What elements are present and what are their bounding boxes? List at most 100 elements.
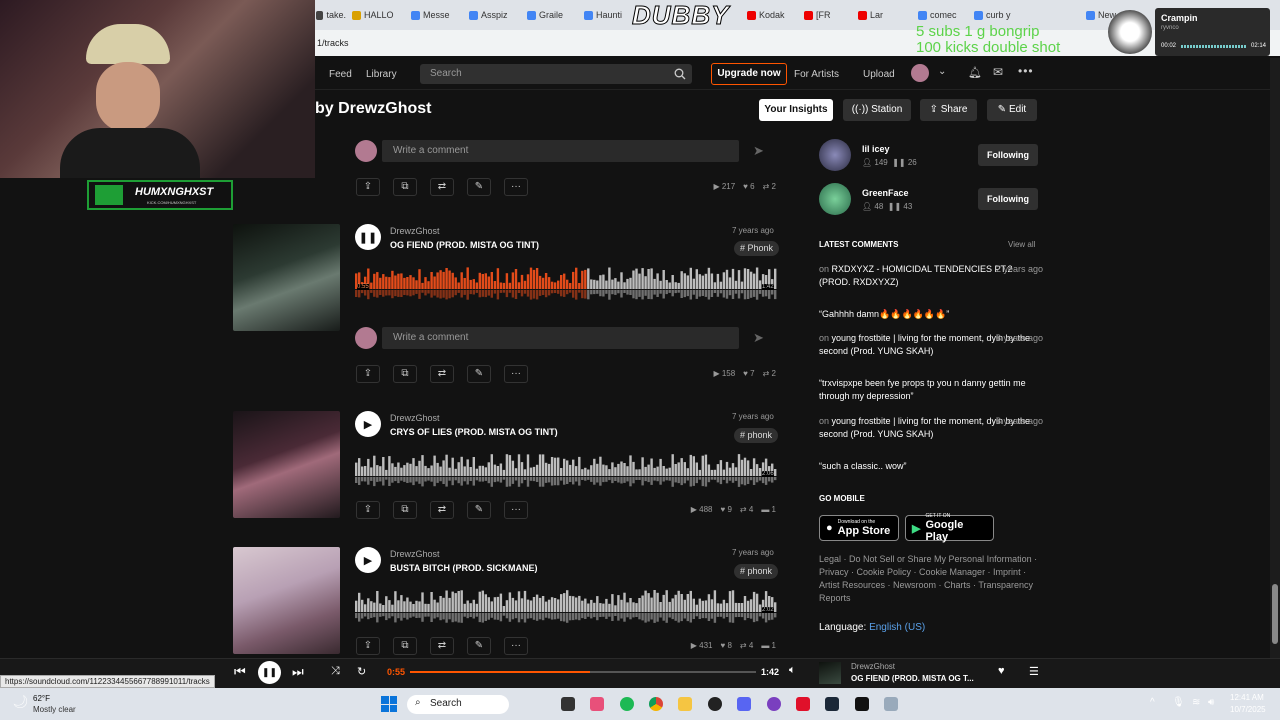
- browser-tab[interactable]: curb y: [974, 6, 1080, 24]
- nav-upload[interactable]: Upload: [863, 69, 895, 80]
- wifi-icon[interactable]: ≋: [1192, 697, 1200, 708]
- share-button[interactable]: ⇪ Share: [920, 99, 977, 121]
- like-icon[interactable]: ♥: [998, 665, 1005, 677]
- track-title[interactable]: BUSTA BITCH (PROD. SICKMANE): [390, 563, 538, 573]
- browser-tab[interactable]: Asspiz: [469, 6, 521, 24]
- google-play-button[interactable]: ▶ GET IT ON Google Play: [905, 513, 994, 543]
- send-icon[interactable]: ➤: [753, 330, 764, 346]
- track-title[interactable]: CRYS OF LIES (PROD. MISTA OG TINT): [390, 427, 558, 437]
- edit-button[interactable]: ✎ Edit: [987, 99, 1037, 121]
- share-icon[interactable]: ⇪: [356, 637, 380, 655]
- track-tag[interactable]: # phonk: [734, 564, 779, 579]
- player-artist[interactable]: DrewzGhost: [851, 662, 895, 671]
- app-icon-gray[interactable]: [884, 697, 898, 711]
- file-explorer-icon[interactable]: [678, 697, 692, 711]
- legal-links[interactable]: Legal · Do Not Sell or Share My Personal…: [819, 553, 1041, 605]
- speaker-icon[interactable]: 🔊︎: [1208, 697, 1214, 708]
- more-icon[interactable]: ···: [504, 501, 528, 519]
- chevron-up-icon[interactable]: ^: [1150, 697, 1155, 708]
- comment-input[interactable]: Write a comment: [382, 140, 739, 162]
- waveform[interactable]: [355, 449, 777, 491]
- search-input[interactable]: Search: [420, 64, 692, 84]
- avatar[interactable]: [911, 64, 929, 82]
- user-avatar[interactable]: [819, 183, 851, 215]
- next-icon[interactable]: ⏭: [292, 664, 304, 680]
- clock-date[interactable]: 10/7/2025: [1230, 705, 1266, 714]
- clock-time[interactable]: 12:41 AM: [1230, 693, 1264, 702]
- browser-tab[interactable]: Graile: [527, 6, 578, 24]
- app-icon[interactable]: [767, 697, 781, 711]
- track-artwork[interactable]: [233, 411, 340, 518]
- following-button[interactable]: Following: [978, 144, 1038, 166]
- terminal-icon[interactable]: [855, 697, 869, 711]
- pencil-icon[interactable]: ✎: [467, 501, 491, 519]
- comment-track-link[interactable]: RXDXYXZ - HOMICIDAL TENDENCIES PT.2 (PRO…: [819, 264, 1013, 287]
- repost-icon[interactable]: ⇄: [430, 365, 454, 383]
- steam-icon[interactable]: [825, 697, 839, 711]
- share-icon[interactable]: ⇪: [356, 178, 380, 196]
- previous-icon[interactable]: ⏮: [234, 664, 246, 680]
- share-icon[interactable]: ⇪: [356, 365, 380, 383]
- browser-tab[interactable]: [FR: [804, 6, 852, 24]
- browser-tab[interactable]: comec: [918, 6, 968, 24]
- track-artwork[interactable]: [233, 547, 340, 654]
- volume-icon[interactable]: 🔈︎: [789, 664, 796, 677]
- player-progress-track[interactable]: [410, 671, 756, 673]
- track-tag[interactable]: # phonk: [734, 428, 779, 443]
- scrollbar-track[interactable]: [1270, 58, 1280, 688]
- repost-icon[interactable]: ⇄: [430, 637, 454, 655]
- repost-icon[interactable]: ⇄: [430, 501, 454, 519]
- itunes-icon[interactable]: [590, 697, 604, 711]
- browser-tab[interactable]: HALLO: [352, 6, 405, 24]
- pencil-icon[interactable]: ✎: [467, 178, 491, 196]
- pause-button[interactable]: ❚❚: [355, 224, 381, 250]
- copy-link-icon[interactable]: ⧉: [393, 365, 417, 383]
- scrollbar-thumb[interactable]: [1272, 584, 1278, 644]
- more-icon[interactable]: ···: [504, 637, 528, 655]
- microphone-icon[interactable]: 🎙︎: [1172, 697, 1185, 708]
- copy-link-icon[interactable]: ⧉: [393, 178, 417, 196]
- user-avatar[interactable]: [819, 139, 851, 171]
- user-name[interactable]: GreenFace: [862, 188, 909, 198]
- share-icon[interactable]: ⇪: [356, 501, 380, 519]
- nav-feed[interactable]: Feed: [329, 69, 352, 80]
- spotify-icon[interactable]: [620, 697, 634, 711]
- more-icon[interactable]: ···: [504, 365, 528, 383]
- player-artwork[interactable]: [819, 662, 841, 684]
- upgrade-button[interactable]: Upgrade now: [711, 63, 787, 85]
- browser-tab[interactable]: Messe: [411, 6, 463, 24]
- mail-icon[interactable]: ✉: [993, 65, 1003, 79]
- windows-start-icon[interactable]: [381, 696, 397, 712]
- nav-library[interactable]: Library: [366, 69, 397, 80]
- user-name[interactable]: lil icey: [862, 144, 890, 154]
- send-icon[interactable]: ➤: [753, 143, 764, 159]
- obs-icon[interactable]: [708, 697, 722, 711]
- track-artwork[interactable]: [233, 224, 340, 331]
- chevron-down-icon[interactable]: ⌄: [938, 66, 946, 77]
- repost-icon[interactable]: ⇄: [430, 178, 454, 196]
- your-insights-button[interactable]: Your Insights: [759, 99, 833, 121]
- waveform[interactable]: [355, 262, 777, 304]
- weather-desc[interactable]: Mostly clear: [33, 705, 76, 714]
- pencil-icon[interactable]: ✎: [467, 637, 491, 655]
- bell-icon[interactable]: 🔔︎: [968, 66, 982, 79]
- waveform[interactable]: [355, 585, 777, 627]
- nav-for-artists[interactable]: For Artists: [794, 69, 839, 80]
- copy-link-icon[interactable]: ⧉: [393, 501, 417, 519]
- language-link[interactable]: English (US): [869, 622, 925, 633]
- repeat-icon[interactable]: ↻: [357, 665, 366, 678]
- browser-tab[interactable]: take.: [316, 6, 346, 24]
- shuffle-icon[interactable]: ⤨: [331, 665, 340, 678]
- track-title[interactable]: OG FIEND (PROD. MISTA OG TINT): [390, 240, 539, 250]
- play-button[interactable]: ▶: [355, 547, 381, 573]
- weather-icon[interactable]: 🌙︎: [12, 694, 29, 710]
- player-title[interactable]: OG FIEND (PROD. MISTA OG T...: [851, 674, 974, 683]
- taskbar-search[interactable]: ⌕ Search: [407, 695, 509, 714]
- browser-tab[interactable]: Lar: [858, 6, 912, 24]
- pencil-icon[interactable]: ✎: [467, 365, 491, 383]
- more-icon[interactable]: •••: [1018, 64, 1034, 78]
- view-all-link[interactable]: View all: [1008, 240, 1035, 249]
- play-button[interactable]: ▶: [355, 411, 381, 437]
- weather-temp[interactable]: 62°F: [33, 694, 50, 703]
- browser-tab[interactable]: Kodak: [747, 6, 798, 24]
